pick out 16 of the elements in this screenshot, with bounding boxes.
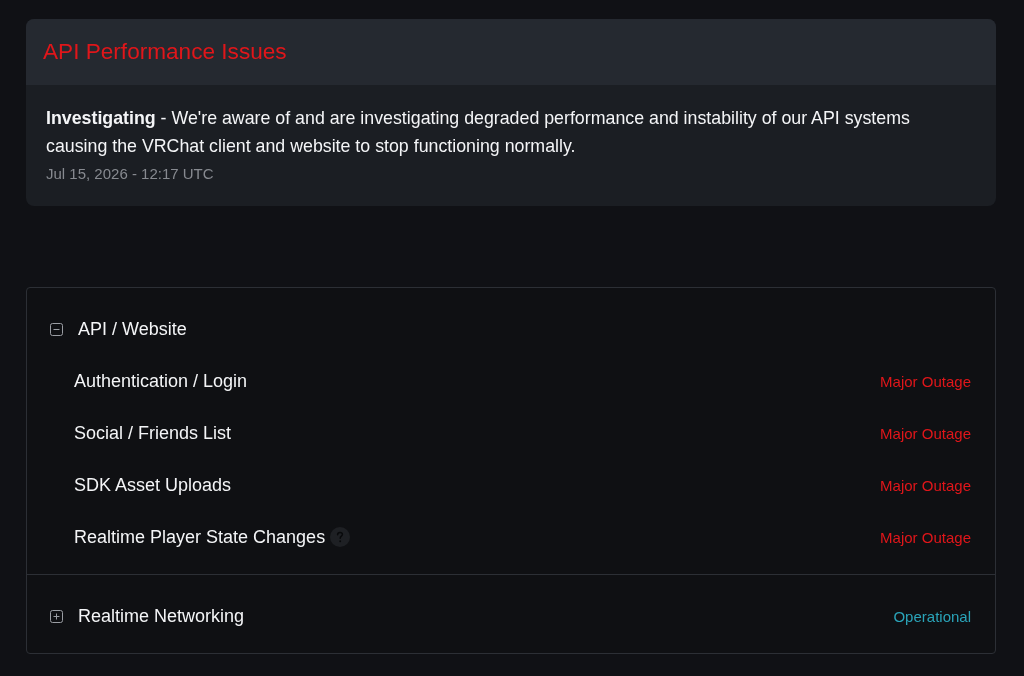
incident-title: API Performance Issues: [43, 39, 287, 65]
component-status: Operational: [893, 607, 971, 625]
component-name: SDK Asset Uploads: [74, 474, 232, 496]
component-status: Major Outage: [880, 476, 971, 494]
component-status: Major Outage: [880, 528, 971, 546]
component-group-name[interactable]: Realtime Networking: [78, 605, 245, 627]
component-status: Major Outage: [880, 424, 971, 442]
component-status: Major Outage: [880, 372, 971, 390]
component-name: Social / Friends List: [74, 422, 232, 444]
incident-timestamp: Jul 15, 2026 - 12:17 UTC: [46, 164, 214, 184]
expand-icon[interactable]: [50, 609, 63, 623]
collapse-icon[interactable]: [50, 322, 63, 336]
incident-message: Investigating - We're aware of and are investigating degraded performance and instability of our API systems causing the VRChat client and website to stop functioning normally.: [46, 107, 911, 158]
component-name: Realtime Player State Changes: [74, 526, 326, 548]
component-group-name[interactable]: API / Website: [78, 318, 187, 340]
component-name: Authentication / Login: [74, 370, 248, 392]
